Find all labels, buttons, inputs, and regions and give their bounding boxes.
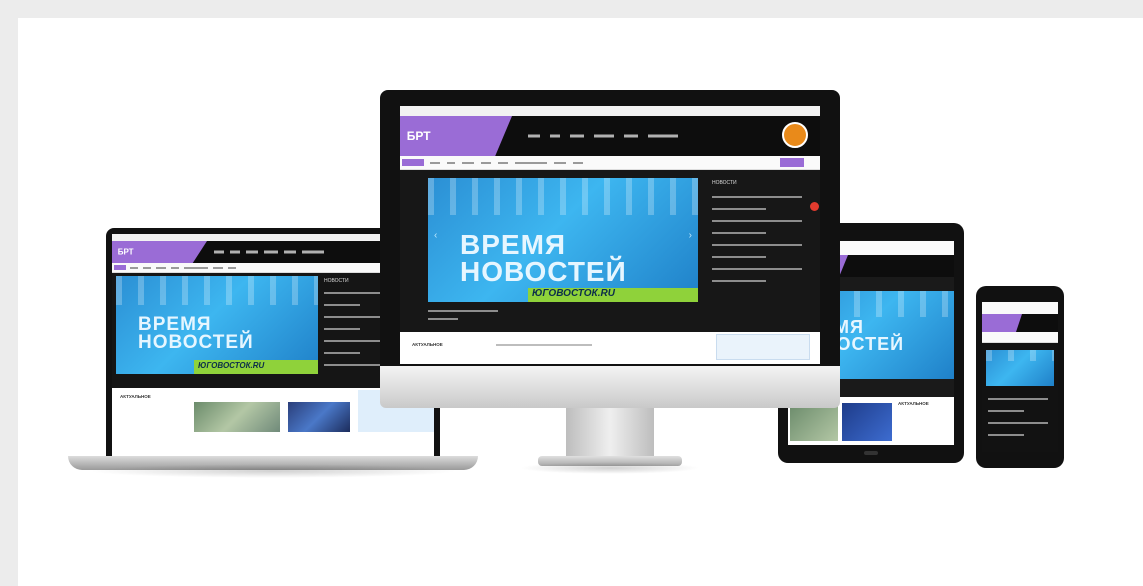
hero-prev-arrow[interactable]: ‹: [434, 230, 437, 241]
tablet-home-button[interactable]: [864, 451, 878, 455]
monitor-content-strip: АКТУАЛЬНОЕ: [400, 332, 820, 364]
monitor-search-button[interactable]: [780, 158, 804, 167]
phone-screen: [982, 302, 1058, 452]
mockup-card: БРТ ВРЕМЯ НОВОСТЕЙ ЮГОВОСТОК.RU НОВОСТИ …: [18, 18, 1143, 586]
monitor-navbar: [400, 156, 820, 170]
tablet-thumb-2: [842, 403, 892, 441]
laptop-news-list: НОВОСТИ: [324, 278, 384, 376]
monitor-news-list: НОВОСТИ: [712, 180, 802, 292]
smartphone: [976, 286, 1068, 471]
monitor-caption-line: [428, 318, 458, 320]
monitor-hero-line1: ВРЕМЯ: [460, 229, 567, 260]
monitor-hero-banner[interactable]: ВРЕМЯ НОВОСТЕЙ ЮГОВОСТОК.RU ‹ ›: [428, 178, 698, 302]
monitor-caption-line: [428, 310, 498, 312]
monitor-red-dot[interactable]: [810, 202, 819, 211]
laptop-thumb-2: [288, 402, 350, 432]
laptop-thumb-1: [194, 402, 280, 432]
monitor-header: БРТ: [400, 116, 820, 156]
laptop-hero-banner: ВРЕМЯ НОВОСТЕЙ ЮГОВОСТОК.RU: [116, 276, 318, 374]
hero-next-arrow[interactable]: ›: [689, 230, 692, 241]
desktop-monitor: БРТ ВРЕМЯ НОВОСТЕЙ ЮГОВОСТОК.RU ‹ › НОВО…: [380, 90, 840, 490]
monitor-orange-badge[interactable]: [782, 122, 808, 148]
hero-title-line2: НОВОСТЕЙ: [138, 332, 254, 354]
laptop-logo: БРТ: [112, 241, 207, 263]
monitor-blue-widget[interactable]: [716, 334, 810, 360]
monitor-chin: [380, 366, 840, 408]
monitor-screen: БРТ ВРЕМЯ НОВОСТЕЙ ЮГОВОСТОК.RU ‹ › НОВО…: [400, 106, 820, 364]
monitor-hero-line2: НОВОСТЕЙ: [460, 255, 627, 287]
monitor-stand: [566, 408, 654, 460]
monitor-logo: БРТ: [400, 116, 512, 156]
